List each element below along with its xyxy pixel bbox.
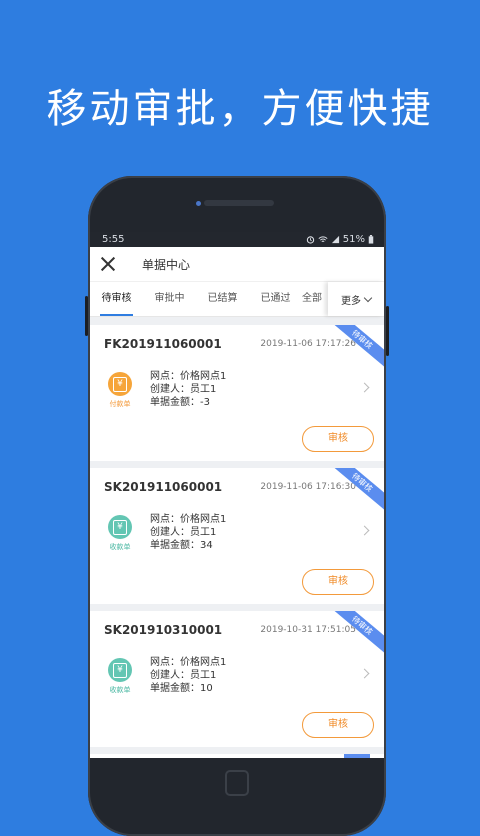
document-info: 网点：价格网点1 创建人：员工1 单据金额：34 [150, 513, 226, 552]
battery-icon [368, 235, 374, 244]
tab-all[interactable]: 全部 [302, 282, 330, 316]
document-type-label: 收款单 [109, 543, 131, 551]
document-type-label: 收款单 [109, 686, 131, 694]
receipt-icon: ¥ [108, 515, 132, 539]
document-time: 2019-11-06 17:17:26 [260, 339, 356, 349]
alarm-icon [306, 236, 314, 244]
amount-text: 单据金额：-3 [150, 397, 210, 408]
status-ribbon [344, 754, 370, 758]
document-info: 网点：价格网点1 创建人：员工1 单据金额：-3 [150, 370, 226, 409]
document-type-label: 付款单 [109, 400, 131, 408]
document-code: SK201911060001 [104, 480, 223, 494]
chevron-right-icon[interactable] [359, 382, 370, 393]
list-item[interactable]: SK201911060001 2019-11-06 17:16:30 待审核 ¥… [90, 468, 384, 604]
more-dropdown[interactable]: 更多 [328, 282, 384, 316]
chevron-right-icon[interactable] [359, 668, 370, 679]
signal-icon [331, 235, 339, 244]
phone-speaker [204, 200, 274, 206]
document-code: FK201911060001 [104, 337, 222, 351]
promo-headline: 移动审批，方便快捷 [46, 86, 434, 132]
front-camera [196, 201, 201, 206]
nav-bar: 单据中心 [90, 247, 384, 281]
tab-approving[interactable]: 审批中 [143, 282, 196, 316]
close-icon[interactable] [100, 256, 116, 272]
amount-text: 单据金额：10 [150, 683, 213, 694]
chevron-right-icon[interactable] [359, 525, 370, 536]
audit-button[interactable]: 审核 [302, 569, 374, 595]
tab-bar: 待审核 审批中 已结算 已通过 全部 更多 [90, 281, 384, 317]
list-item[interactable]: FK201911060001 2019-11-06 17:17:26 待审核 ¥… [90, 325, 384, 461]
power-button [386, 306, 389, 356]
status-bar: 5:55 51% [90, 232, 384, 247]
list-item[interactable]: SK201910310001 2019-10-31 17:51:05 待审核 ¥… [90, 611, 384, 747]
document-info: 网点：价格网点1 创建人：员工1 单据金额：10 [150, 656, 226, 695]
tab-pending[interactable]: 待审核 [90, 282, 143, 316]
tab-approved[interactable]: 已通过 [249, 282, 302, 316]
phone-screen: 5:55 51% 单据中心 待审核 审批中 已结算 已通过 全部 更多 FK20… [90, 232, 384, 758]
outlet-text: 网点：价格网点1 [150, 514, 227, 525]
audit-button[interactable]: 审核 [302, 712, 374, 738]
more-label: 更多 [341, 295, 361, 307]
document-time: 2019-10-31 17:51:05 [260, 625, 356, 635]
document-list: FK201911060001 2019-11-06 17:17:26 待审核 ¥… [90, 317, 384, 758]
document-code: SK201910310001 [104, 623, 223, 637]
creator-text: 创建人：员工1 [150, 527, 217, 538]
document-time: 2019-11-06 17:16:30 [260, 482, 356, 492]
amount-text: 单据金额：34 [150, 540, 213, 551]
volume-button [85, 296, 88, 336]
list-item[interactable] [90, 754, 384, 758]
audit-button[interactable]: 审核 [302, 426, 374, 452]
creator-text: 创建人：员工1 [150, 670, 217, 681]
outlet-text: 网点：价格网点1 [150, 657, 227, 668]
receipt-icon: ¥ [108, 658, 132, 682]
page-title: 单据中心 [142, 257, 191, 272]
payment-icon: ¥ [108, 372, 132, 396]
chevron-down-icon [363, 293, 373, 302]
battery-percent: 51% [342, 234, 365, 245]
home-button[interactable] [225, 770, 249, 796]
status-time: 5:55 [102, 234, 125, 245]
outlet-text: 网点：价格网点1 [150, 371, 227, 382]
creator-text: 创建人：员工1 [150, 384, 217, 395]
wifi-icon [318, 236, 328, 243]
tab-settled[interactable]: 已结算 [196, 282, 249, 316]
